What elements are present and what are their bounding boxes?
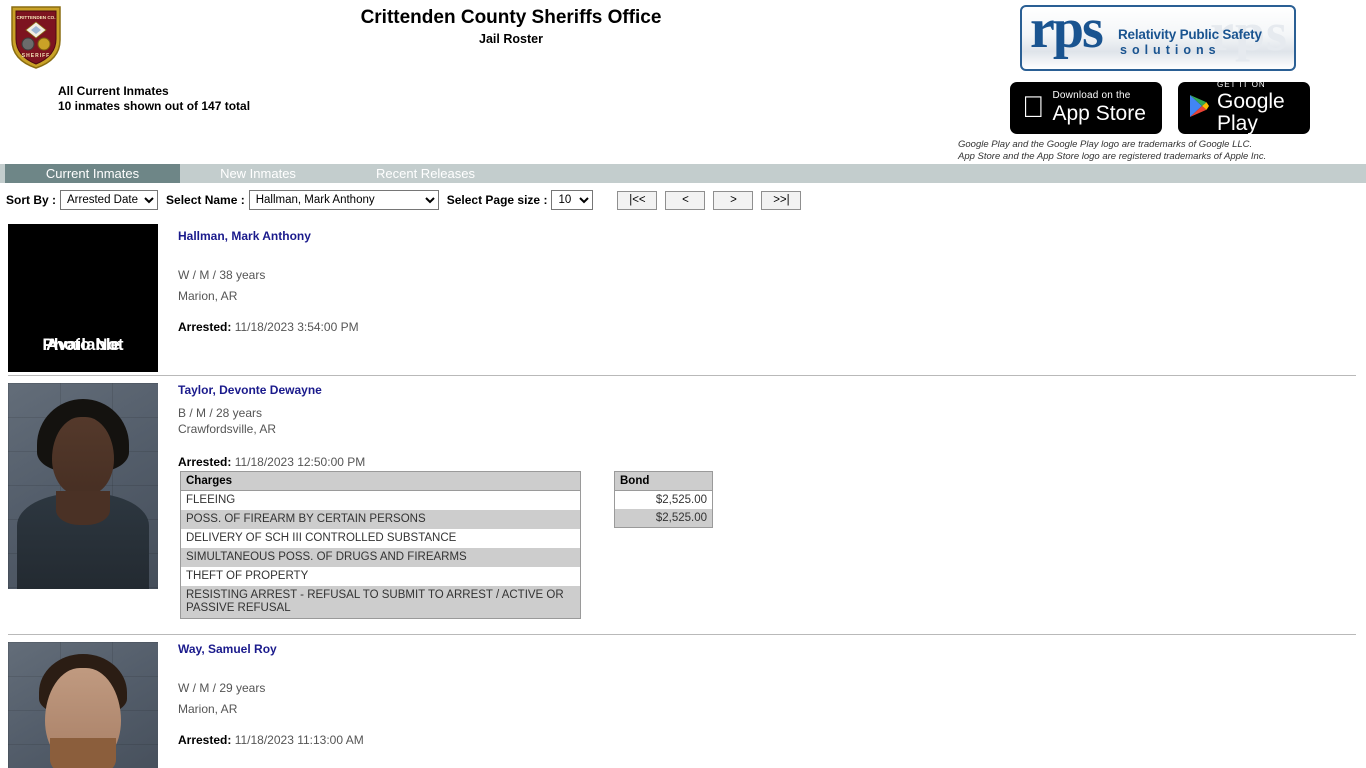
bond-table: Bond $2,525.00 $2,525.00 xyxy=(614,471,713,528)
mugshot-image xyxy=(8,383,158,589)
roster-summary: All Current Inmates 10 inmates shown out… xyxy=(58,84,250,114)
inmate-details: Taylor, Devonte Dewayne B / M / 28 years… xyxy=(178,381,1356,619)
rps-branding: rps rps Relativity Public Safety solutio… xyxy=(1020,5,1310,71)
apple-logo-icon:  xyxy=(1022,93,1045,123)
charge-cell: SIMULTANEOUS POSS. OF DRUGS AND FIREARMS xyxy=(186,551,467,563)
first-page-button[interactable]: |<< xyxy=(617,190,658,210)
table-row: $2,525.00 xyxy=(614,490,713,509)
table-row: RESISTING ARREST - REFUSAL TO SUBMIT TO … xyxy=(180,586,581,619)
trademark-apple: App Store and the App Store logo are reg… xyxy=(958,150,1267,162)
arrested-value: 11/18/2023 3:54:00 PM xyxy=(234,320,359,334)
prev-page-button[interactable]: < xyxy=(665,190,706,210)
app-store-button[interactable]:  Download on the App Store xyxy=(1010,82,1162,134)
page-size-label: Select Page size : xyxy=(446,193,548,207)
pagination-controls: |<< < > >>| xyxy=(617,190,802,210)
app-store-small-label: Download on the xyxy=(1030,90,1131,102)
google-play-icon xyxy=(1188,94,1210,123)
page-header: CRITTENDEN CO. SHERIFF Crittenden County… xyxy=(0,0,1366,162)
sheriff-badge-icon: CRITTENDEN CO. SHERIFF xyxy=(8,4,64,70)
inmate-record: Way, Samuel Roy W / M / 29 years Marion,… xyxy=(0,634,1366,768)
charges-column-header: Charges xyxy=(180,471,581,491)
inmate-demographics: W / M / 38 years xyxy=(178,268,266,282)
select-name-label: Select Name : xyxy=(166,193,245,207)
table-row: POSS. OF FIREARM BY CERTAIN PERSONS xyxy=(180,510,581,529)
arrested-value: 11/18/2023 12:50:00 PM xyxy=(234,455,366,469)
mugshot-image xyxy=(8,642,158,768)
trademark-notice: Google Play and the Google Play logo are… xyxy=(958,139,1310,162)
photo-not-available-line2: Available xyxy=(45,335,121,354)
inmate-details: Way, Samuel Roy W / M / 29 years Marion,… xyxy=(178,640,1356,747)
charge-cell: RESISTING ARREST - REFUSAL TO SUBMIT TO … xyxy=(186,589,564,614)
bond-column-header: Bond xyxy=(614,471,713,491)
app-store-big-label: App Store xyxy=(1030,101,1146,125)
select-name-select[interactable]: Hallman, Mark Anthony xyxy=(248,190,439,210)
mugshot-face xyxy=(52,417,114,495)
inmate-details: Hallman, Mark Anthony W / M / 38 years M… xyxy=(178,227,1356,334)
inmate-arrested: Arrested: 11/18/2023 11:13:00 AM xyxy=(178,733,1356,747)
inmate-location: Marion, AR xyxy=(178,702,238,716)
roster-summary-title: All Current Inmates xyxy=(58,84,169,98)
table-row: SIMULTANEOUS POSS. OF DRUGS AND FIREARMS xyxy=(180,548,581,567)
inmate-photo[interactable] xyxy=(8,383,158,589)
inmate-photo[interactable] xyxy=(8,642,158,768)
rps-wordmark: rps xyxy=(1030,5,1104,60)
charges-table: Charges FLEEING POSS. OF FIREARM BY CERT… xyxy=(180,471,581,619)
inmate-arrested: Arrested: 11/18/2023 12:50:00 PM xyxy=(178,455,1356,469)
last-page-button[interactable]: >>| xyxy=(761,190,802,210)
sort-by-select[interactable]: Arrested Date xyxy=(60,190,159,210)
bond-cell: $2,525.00 xyxy=(655,512,707,524)
inmate-arrested: Arrested: 11/18/2023 3:54:00 PM xyxy=(178,320,1356,334)
jail-roster-page: CRITTENDEN CO. SHERIFF Crittenden County… xyxy=(0,0,1366,768)
table-row: $2,525.00 xyxy=(614,509,713,528)
bond-header-row: Bond xyxy=(614,471,713,491)
tab-new-inmates[interactable]: New Inmates xyxy=(193,164,323,183)
svg-text:CRITTENDEN CO.: CRITTENDEN CO. xyxy=(16,15,55,20)
inmate-photo-placeholder: Photo Not Available xyxy=(8,224,158,372)
charges-header-row: Charges xyxy=(180,471,581,491)
arrested-label: Arrested: xyxy=(178,733,232,747)
inmate-record: Photo Not Available Hallman, Mark Anthon… xyxy=(0,216,1366,376)
google-play-small-label: GET IT ON xyxy=(1217,80,1266,90)
inmate-demographics: B / M / 28 years xyxy=(178,406,263,420)
inmate-record: Taylor, Devonte Dewayne B / M / 28 years… xyxy=(0,375,1366,635)
svg-text:SHERIFF: SHERIFF xyxy=(22,53,50,59)
inmate-name-link[interactable]: Way, Samuel Roy xyxy=(178,642,277,656)
table-row: DELIVERY OF SCH III CONTROLLED SUBSTANCE xyxy=(180,529,581,548)
google-play-button[interactable]: GET IT ON Google Play xyxy=(1178,80,1310,135)
filter-toolbar: Sort By : Arrested Date Select Name : Ha… xyxy=(0,189,802,211)
inmate-name-link[interactable]: Taylor, Devonte Dewayne xyxy=(178,383,322,397)
inmate-location: Marion, AR xyxy=(178,289,238,303)
next-page-button[interactable]: > xyxy=(713,190,754,210)
inmate-list: Photo Not Available Hallman, Mark Anthon… xyxy=(0,216,1366,768)
inmate-demographics: W / M / 29 years xyxy=(178,681,266,695)
charge-cell: FLEEING xyxy=(186,494,236,506)
charge-cell: POSS. OF FIREARM BY CERTAIN PERSONS xyxy=(186,513,426,525)
rps-tagline-line2: solutions xyxy=(1120,43,1221,57)
tab-bar: Current Inmates New Inmates Recent Relea… xyxy=(0,164,1366,183)
rps-logo[interactable]: rps rps Relativity Public Safety solutio… xyxy=(1020,5,1296,71)
page-size-select[interactable]: 10 xyxy=(551,190,594,210)
mugshot-neck xyxy=(56,491,110,525)
rps-tagline-line1: Relativity Public Safety xyxy=(1118,27,1262,42)
trademark-google: Google Play and the Google Play logo are… xyxy=(958,139,1253,150)
bond-cell: $2,525.00 xyxy=(655,494,707,506)
google-play-label: GET IT ON Google Play xyxy=(1217,80,1310,135)
sort-by-label: Sort By : xyxy=(6,193,57,207)
roster-summary-count: 10 inmates shown out of 147 total xyxy=(58,99,251,113)
arrested-label: Arrested: xyxy=(178,455,232,469)
arrested-label: Arrested: xyxy=(178,320,232,334)
app-store-label: Download on the App Store xyxy=(1053,91,1146,125)
table-row: FLEEING xyxy=(180,490,581,510)
inmate-name-link[interactable]: Hallman, Mark Anthony xyxy=(178,229,311,243)
table-row: THEFT OF PROPERTY xyxy=(180,567,581,586)
charge-cell: DELIVERY OF SCH III CONTROLLED SUBSTANCE xyxy=(186,532,457,544)
mugshot-beard xyxy=(50,738,116,768)
google-play-big-label: Google Play xyxy=(1217,89,1285,135)
tab-current-inmates[interactable]: Current Inmates xyxy=(5,164,180,183)
charge-cell: THEFT OF PROPERTY xyxy=(186,570,309,582)
tab-recent-releases[interactable]: Recent Releases xyxy=(348,164,503,183)
arrested-value: 11/18/2023 11:13:00 AM xyxy=(234,733,364,747)
store-badges:  Download on the App Store GET IT ON xyxy=(1010,80,1310,135)
inmate-location: Crawfordsville, AR xyxy=(178,422,277,436)
